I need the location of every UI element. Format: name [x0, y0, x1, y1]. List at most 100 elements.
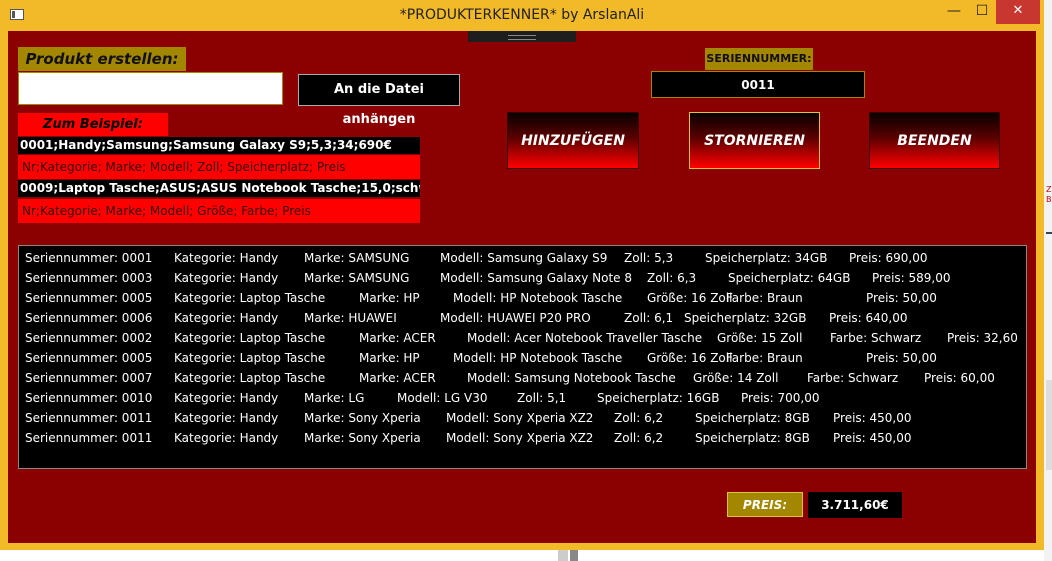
- list-item-field: Seriennummer: 0006: [25, 311, 153, 325]
- list-item-field: Seriennummer: 0005: [25, 291, 153, 305]
- list-item-field: Speicherplatz: 64GB: [728, 271, 851, 285]
- list-item-field: Marke: HUAWEI: [304, 311, 397, 325]
- drag-handle[interactable]: [468, 31, 576, 42]
- attach-to-file-button[interactable]: An die Datei anhängen: [298, 74, 460, 127]
- product-list[interactable]: Seriennummer: 0001 Kategorie: Handy Marke:…: [18, 245, 1027, 469]
- list-item-field: Kategorie: Handy: [174, 391, 279, 405]
- list-item-field: Preis: 450,00: [833, 431, 912, 445]
- list-item-field: Modell: HP Notebook Tasche: [453, 351, 623, 365]
- list-item[interactable]: Seriennummer: 0011 Kategorie: Handy Marke:…: [19, 428, 1026, 448]
- list-item[interactable]: Seriennummer: 0003 Kategorie: Handy Marke:…: [19, 268, 1026, 288]
- maximize-button[interactable]: ☐: [968, 0, 996, 24]
- list-item-field: Farbe: Schwarz: [807, 371, 899, 385]
- list-item-field: Seriennummer: 0001: [25, 251, 153, 265]
- list-item-field: Farbe: Braun: [726, 351, 803, 365]
- list-item-field: Preis: 32,60: [947, 331, 1018, 345]
- list-item-field: Kategorie: Handy: [174, 311, 279, 325]
- list-item-field: Kategorie: Handy: [174, 251, 279, 265]
- title-bar[interactable]: *PRODUKTERKENNER* by ArslanAli — ☐ ✕: [0, 0, 1044, 30]
- background-block: [558, 550, 568, 561]
- list-item-field: Modell: HUAWEI P20 PRO: [440, 311, 591, 325]
- product-input[interactable]: [18, 72, 283, 105]
- list-item-field: Farbe: Schwarz: [830, 331, 922, 345]
- total-price-value: 3.711,60€: [808, 492, 902, 518]
- list-item[interactable]: Seriennummer: 0002 Kategorie: Laptop Tasc…: [19, 328, 1026, 348]
- example-label: Zum Beispiel:: [18, 113, 168, 136]
- list-item-field: Speicherplatz: 16GB: [597, 391, 720, 405]
- list-item-field: Modell: Sony Xperia XZ2: [446, 411, 594, 425]
- list-item-field: Seriennummer: 0003: [25, 271, 153, 285]
- list-item-field: Zoll: 5,3: [624, 251, 674, 265]
- list-item[interactable]: Seriennummer: 0010 Kategorie: Handy Marke:…: [19, 388, 1026, 408]
- list-item-field: Marke: HP: [359, 291, 420, 305]
- list-item[interactable]: Seriennummer: 0005 Kategorie: Laptop Tasc…: [19, 288, 1026, 308]
- list-item-field: Speicherplatz: 34GB: [705, 251, 828, 265]
- list-item-field: Seriennummer: 0010: [25, 391, 153, 405]
- list-item-field: Marke: Sony Xperia: [304, 431, 421, 445]
- background-bottom-edge: [0, 550, 1044, 561]
- list-item-field: Modell: Sony Xperia XZ2: [446, 431, 594, 445]
- list-item-field: Marke: LG: [304, 391, 365, 405]
- list-item-field: Modell: LG V30: [397, 391, 488, 405]
- list-item-field: Zoll: 6,1: [624, 311, 674, 325]
- list-item[interactable]: Seriennummer: 0001 Kategorie: Handy Marke:…: [19, 248, 1026, 268]
- list-item-field: Modell: Acer Notebook Traveller Tasche: [467, 331, 703, 345]
- list-item-field: Größe: 15 Zoll: [717, 331, 803, 345]
- create-product-label: Produkt erstellen:: [18, 47, 186, 71]
- background-text: Z B: [1046, 185, 1052, 204]
- list-item-field: Zoll: 6,3: [647, 271, 697, 285]
- list-item-field: Seriennummer: 0002: [25, 331, 153, 345]
- list-item-field: Zoll: 6,2: [614, 411, 664, 425]
- list-item-field: Marke: ACER: [359, 371, 436, 385]
- list-item-field: Modell: Samsung Galaxy Note 8: [440, 271, 632, 285]
- list-item-field: Seriennummer: 0011: [25, 411, 153, 425]
- background-scrollbar: [1046, 380, 1052, 470]
- list-item-field: Preis: 450,00: [833, 411, 912, 425]
- serial-number-field[interactable]: 0011: [651, 71, 865, 98]
- list-item-field: Kategorie: Handy: [174, 431, 279, 445]
- list-item-field: Modell: HP Notebook Tasche: [453, 291, 623, 305]
- list-item-field: Kategorie: Handy: [174, 271, 279, 285]
- background-block-dark: [570, 550, 578, 561]
- list-item-field: Kategorie: Laptop Tasche: [174, 291, 326, 305]
- list-item-field: Marke: ACER: [359, 331, 436, 345]
- list-item-field: Marke: Sony Xperia: [304, 411, 421, 425]
- example-line-handy: 0001;Handy;Samsung;Samsung Galaxy S9;5,3…: [18, 137, 420, 154]
- window-title: *PRODUKTERKENNER* by ArslanAli: [399, 7, 645, 23]
- list-item[interactable]: Seriennummer: 0006 Kategorie: Handy Marke:…: [19, 308, 1026, 328]
- serial-number-label: SERIENNUMMER:: [705, 48, 813, 70]
- list-item-field: Kategorie: Laptop Tasche: [174, 331, 326, 345]
- list-item-field: Preis: 589,00: [872, 271, 951, 285]
- list-item-field: Preis: 60,00: [924, 371, 995, 385]
- list-item-field: Größe: 16 Zoll: [647, 291, 733, 305]
- total-price-label: PREIS:: [727, 492, 803, 517]
- list-item[interactable]: Seriennummer: 0007 Kategorie: Laptop Tasc…: [19, 368, 1026, 388]
- list-item-field: Marke: HP: [359, 351, 420, 365]
- list-item-field: Zoll: 5,1: [517, 391, 567, 405]
- list-item[interactable]: Seriennummer: 0005 Kategorie: Laptop Tasc…: [19, 348, 1026, 368]
- list-item-field: Marke: SAMSUNG: [304, 271, 410, 285]
- exit-button[interactable]: BEENDEN: [869, 112, 1000, 169]
- list-item-field: Kategorie: Laptop Tasche: [174, 351, 326, 365]
- list-item-field: Modell: Samsung Galaxy S9: [440, 251, 608, 265]
- list-item-field: Größe: 16 Zoll: [647, 351, 733, 365]
- list-item-field: Kategorie: Laptop Tasche: [174, 371, 326, 385]
- list-item-field: Speicherplatz: 8GB: [695, 411, 810, 425]
- list-item-field: Preis: 50,00: [866, 291, 937, 305]
- minimize-button[interactable]: —: [940, 0, 968, 24]
- add-button[interactable]: HINZUFÜGEN: [507, 112, 639, 169]
- example-format-tasche: Nr;Kategorie; Marke; Modell; Größe; Farb…: [18, 199, 420, 223]
- cancel-button[interactable]: STORNIEREN: [689, 112, 820, 169]
- list-item-field: Speicherplatz: 32GB: [684, 311, 807, 325]
- background-mark: [1046, 232, 1052, 234]
- background-window-edge: [1044, 0, 1052, 561]
- app-window: *PRODUKTERKENNER* by ArslanAli — ☐ ✕ Pro…: [0, 0, 1044, 550]
- close-button[interactable]: ✕: [996, 0, 1040, 24]
- list-item-field: Preis: 640,00: [829, 311, 908, 325]
- list-item-field: Marke: SAMSUNG: [304, 251, 410, 265]
- example-format-handy: Nr;Kategorie; Marke; Modell; Zoll; Speic…: [18, 155, 420, 179]
- list-item-field: Modell: Samsung Notebook Tasche: [467, 371, 676, 385]
- list-item-field: Kategorie: Handy: [174, 411, 279, 425]
- list-item-field: Seriennummer: 0011: [25, 431, 153, 445]
- list-item[interactable]: Seriennummer: 0011 Kategorie: Handy Marke:…: [19, 408, 1026, 428]
